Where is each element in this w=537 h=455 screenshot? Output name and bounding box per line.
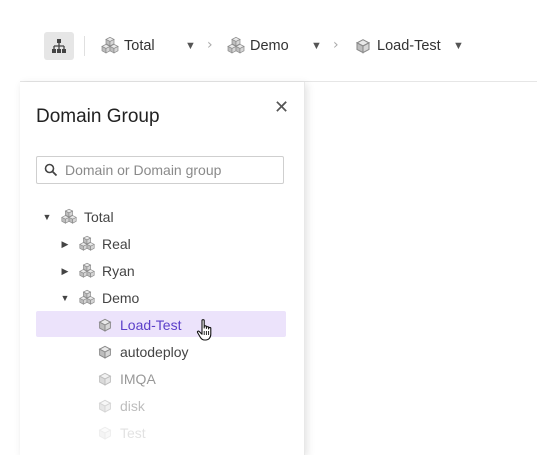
hand-cursor-icon [196,319,212,341]
breadcrumb-item-total[interactable]: Total [100,36,155,56]
collapse-caret-icon[interactable]: ▶ [60,239,70,250]
tree-item-label: Real [102,236,131,252]
breadcrumb-item-load-test[interactable]: Load-Test [353,36,441,56]
domain-group-icon [100,36,120,56]
domain-icon [353,36,373,56]
domain-group-icon [60,208,78,226]
tree-item-load-test[interactable]: Load-Test [96,312,181,338]
search-box[interactable] [36,156,284,184]
tree-item-demo[interactable]: ▼ Demo [60,285,139,311]
tree-item-ryan[interactable]: ▶ Ryan [60,258,135,284]
domain-icon [96,397,114,415]
tree-item-label: Ryan [102,263,135,279]
tree-item-label: autodeploy [120,344,189,360]
domain-group-icon [78,289,96,307]
tree-item-total[interactable]: ▼ Total [42,204,114,230]
tree-item-label: Load-Test [120,317,182,333]
tree-item-label: Total [84,209,114,225]
domain-icon [96,343,114,361]
hierarchy-icon [52,39,66,53]
hierarchy-button[interactable] [44,32,74,60]
tree-item-test[interactable]: Test [96,420,146,446]
chevron-right-icon: › [207,37,213,53]
expand-caret-icon[interactable]: ▼ [42,212,52,222]
tree-item-label: IMQA [120,371,156,387]
search-input[interactable] [65,162,265,178]
domain-group-panel: Domain Group ✕ ▼ Total ▶ Real ▶ [20,82,305,455]
breadcrumb-item-demo[interactable]: Demo [226,36,289,56]
chevron-right-icon: › [333,37,339,53]
breadcrumb-label: Total [124,38,155,54]
breadcrumb-label: Demo [250,38,289,54]
search-icon [37,156,65,184]
tree-item-autodeploy[interactable]: autodeploy [96,339,189,365]
dropdown-caret-icon[interactable]: ▼ [185,40,196,52]
domain-group-icon [78,262,96,280]
tree-item-label: Test [120,425,146,441]
tree-item-real[interactable]: ▶ Real [60,231,131,257]
dropdown-caret-icon[interactable]: ▼ [453,40,464,52]
domain-icon [96,370,114,388]
tree-item-disk[interactable]: disk [96,393,145,419]
tree-item-label: disk [120,398,145,414]
close-icon[interactable]: ✕ [274,97,289,118]
collapse-caret-icon[interactable]: ▶ [60,266,70,277]
domain-icon [96,424,114,442]
panel-title: Domain Group [36,106,160,127]
breadcrumb-label: Load-Test [377,38,441,54]
toolbar-divider [84,36,85,56]
domain-group-icon [78,235,96,253]
tree-item-imqa[interactable]: IMQA [96,366,156,392]
dropdown-caret-icon[interactable]: ▼ [311,40,322,52]
domain-group-icon [226,36,246,56]
expand-caret-icon[interactable]: ▼ [60,293,70,303]
top-bar: Total ▼ › Demo ▼ › Load-Test ▼ [0,0,537,82]
domain-icon [96,316,114,334]
tree-item-label: Demo [102,290,140,306]
